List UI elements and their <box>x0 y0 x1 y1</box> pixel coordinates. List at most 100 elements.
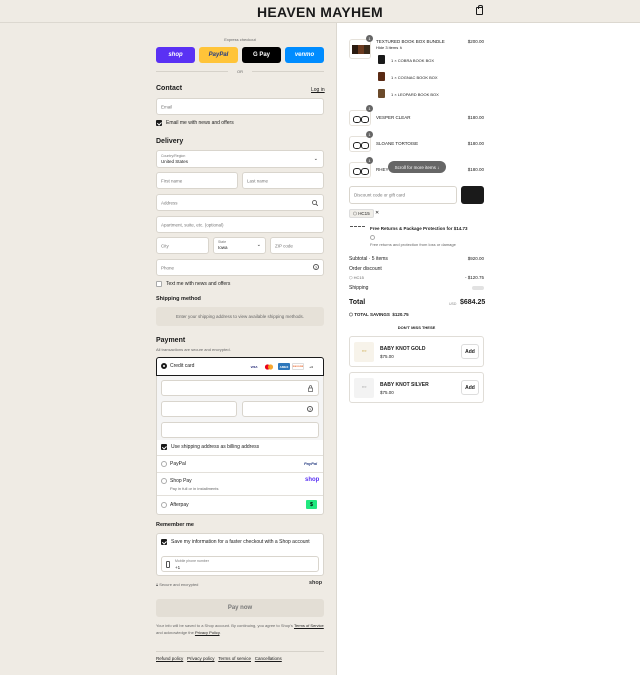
apartment-field[interactable]: Apartment, suite, etc. (optional) <box>156 216 324 233</box>
last-name-field[interactable]: Last name <box>242 172 324 189</box>
pay-now-button[interactable]: Pay now <box>156 599 324 617</box>
shop-pay-button[interactable]: shop <box>156 47 195 63</box>
credit-card-radio[interactable] <box>161 363 167 369</box>
secure-text: Secure and encrypted <box>159 582 199 587</box>
quantity-badge: 1 <box>366 35 373 42</box>
phone-field[interactable]: Phone ? <box>156 259 324 276</box>
add-upsell-button[interactable]: Add <box>461 344 479 359</box>
city-placeholder: City <box>161 243 169 248</box>
expiration-field[interactable] <box>161 401 237 417</box>
protection-logo <box>350 226 365 228</box>
upsell-card: ◦◦ BABY KNOT SILVER $75.00 Add <box>349 372 484 403</box>
protection-subtitle: Free returns and protection from loss or… <box>370 242 456 247</box>
paypal-logo: PayPal <box>304 461 318 466</box>
billing-address-checkbox[interactable] <box>161 444 167 450</box>
shop-pay-label: Shop Pay <box>170 478 192 484</box>
subtotal-label: Subtotal · 5 items <box>349 256 388 262</box>
chevron-down-icon: ⌄ <box>313 156 318 162</box>
discount-code-tag-text: HC15 <box>358 211 370 216</box>
shipping-heading: Shipping method <box>156 296 201 302</box>
discount-code-text: HC15 <box>353 275 364 280</box>
email-news-checkbox[interactable] <box>156 120 162 126</box>
scroll-hint-text: Scroll for more items <box>394 164 436 170</box>
terms-of-service-footer-link[interactable]: Terms of service <box>218 656 251 661</box>
privacy-policy-link[interactable]: Privacy Policy <box>195 630 220 635</box>
email-field[interactable]: Email <box>156 98 324 115</box>
terms-of-service-link[interactable]: Terms of Service <box>294 623 324 628</box>
address-field[interactable]: Address <box>156 194 324 211</box>
shop-logo: shop <box>309 580 323 586</box>
delivery-heading: Delivery <box>156 138 184 145</box>
bundle-item: 1 × COGNAC BOOK BOX <box>391 75 438 80</box>
contact-heading: Contact <box>156 85 183 92</box>
card-number-field[interactable] <box>161 380 319 396</box>
scroll-more-pill[interactable]: Scroll for more items ↓ <box>388 161 446 173</box>
product-thumbnail <box>349 110 371 126</box>
item-title: RHEY <box>376 167 389 172</box>
city-field[interactable]: City <box>156 237 209 254</box>
mobile-phone-field[interactable]: Mobile phone number +1 <box>161 556 319 572</box>
refund-policy-link[interactable]: Refund policy <box>156 656 183 661</box>
afterpay-radio[interactable] <box>161 502 167 508</box>
address-placeholder: Address <box>161 200 178 205</box>
save-info-checkbox[interactable] <box>161 539 167 545</box>
paypal-button[interactable]: PayPal <box>199 47 238 63</box>
item-title: TEXTURED BOOK BOX BUNDLE <box>376 39 445 44</box>
name-on-card-field[interactable] <box>161 422 319 438</box>
payment-subtitle: All transactions are secure and encrypte… <box>156 347 231 352</box>
text-news-checkbox[interactable] <box>156 281 162 287</box>
add-upsell-button[interactable]: Add <box>461 380 479 395</box>
amex-icon: AMEX <box>278 363 290 370</box>
item-price: $200.00 <box>467 39 484 44</box>
shop-pay-radio[interactable] <box>161 478 167 484</box>
save-info-label: Save my information for a faster checkou… <box>171 539 310 545</box>
paypal-radio[interactable] <box>161 461 167 467</box>
product-thumbnail <box>349 39 371 59</box>
gold-earrings-image: ◦◦ <box>354 342 374 362</box>
total-savings: ⬡ TOTAL SAVINGS $120.75 <box>349 312 409 318</box>
legal-end: . <box>219 630 221 635</box>
more-cards-badge: +4 <box>309 364 313 369</box>
hide-items-toggle[interactable]: Hide 3 items ∧ <box>376 45 402 50</box>
apply-discount-button[interactable] <box>461 186 484 204</box>
bag-icon[interactable] <box>476 5 483 15</box>
help-icon[interactable]: ? <box>307 406 313 412</box>
security-code-field[interactable]: ? <box>242 401 319 417</box>
google-pay-button[interactable]: G Pay <box>242 47 281 63</box>
upsell-price: $75.00 <box>380 354 394 359</box>
last-name-placeholder: Last name <box>247 178 269 183</box>
upsell-title: BABY KNOT SILVER <box>380 382 429 388</box>
phone-icon <box>166 561 170 568</box>
discount-placeholder: Discount code or gift card <box>354 192 406 198</box>
privacy-policy-footer-link[interactable]: Privacy policy <box>187 656 215 661</box>
shop-pay-subtitle: Pay in full or in installments <box>170 486 219 491</box>
shipping-method-message: Enter your shipping address to view avai… <box>156 307 324 326</box>
protection-checkbox[interactable] <box>370 235 375 240</box>
first-name-field[interactable]: First name <box>156 172 238 189</box>
discount-code-field[interactable]: Discount code or gift card <box>349 186 457 204</box>
mastercard-icon <box>263 363 275 370</box>
payment-divider <box>157 495 323 496</box>
discount-amount: - $120.75 <box>464 275 484 280</box>
billing-address-label: Use shipping address as billing address <box>171 444 260 450</box>
login-link[interactable]: Log in <box>311 87 325 93</box>
state-select[interactable]: State Iowa ⌄ <box>213 237 266 254</box>
country-label: Country/Region <box>161 154 186 158</box>
payment-divider <box>157 455 323 456</box>
help-icon[interactable]: ? <box>313 264 319 270</box>
product-thumbnail <box>349 162 371 178</box>
text-news-label: Text me with news and offers <box>166 281 231 287</box>
item-price: $180.00 <box>467 115 484 120</box>
column-divider <box>336 23 337 675</box>
remove-discount-icon[interactable]: ✕ <box>375 210 379 216</box>
brand-logo[interactable]: HEAVEN MAYHEM <box>0 4 640 20</box>
cognac-book-box-image <box>378 72 385 81</box>
country-select[interactable]: Country/Region United States ⌄ <box>156 150 324 168</box>
zip-field[interactable]: ZIP code <box>270 237 324 254</box>
venmo-button[interactable]: venmo <box>285 47 324 63</box>
or-divider-right <box>252 71 324 72</box>
discount-code-row: ⬡ HC15 <box>349 275 364 280</box>
order-discount-label: Order discount <box>349 266 382 272</box>
cancellations-link[interactable]: Cancellations <box>255 656 282 661</box>
book-box-image <box>364 45 370 54</box>
